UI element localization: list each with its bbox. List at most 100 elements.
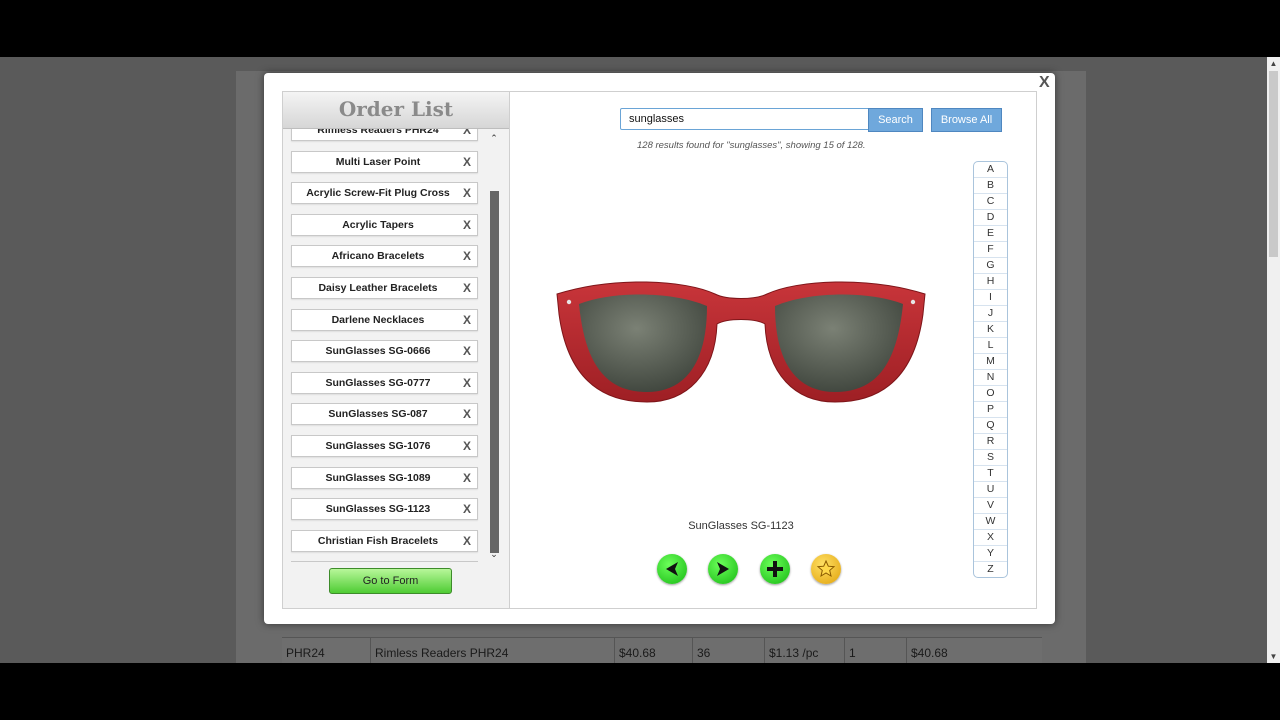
add-to-order-button[interactable]	[760, 554, 790, 584]
remove-item-button[interactable]: X	[463, 499, 471, 519]
alphabet-letter[interactable]: L	[974, 338, 1007, 354]
remove-item-button[interactable]: X	[463, 183, 471, 203]
arrow-right-icon	[717, 562, 729, 576]
remove-item-button[interactable]: X	[463, 310, 471, 330]
order-item-label: SunGlasses SG-0777	[325, 376, 431, 389]
scroll-up-icon[interactable]: ⌃	[488, 133, 500, 144]
order-list-viewport: Rimless Readers PHR24 X Multi Laser Point X…	[283, 129, 488, 562]
scroll-down-icon[interactable]: ▼	[1267, 650, 1280, 663]
scroll-up-icon[interactable]: ▲	[1267, 57, 1280, 70]
remove-item-button[interactable]: X	[463, 215, 471, 235]
star-icon	[816, 559, 836, 578]
alphabet-letter[interactable]: S	[974, 450, 1007, 466]
order-list-item: Sport Energy NecklacesX	[291, 561, 478, 562]
alphabet-letter[interactable]: Y	[974, 546, 1007, 562]
order-list-item: SunGlasses SG-0666 X	[291, 340, 478, 363]
remove-item-button[interactable]: X	[463, 278, 471, 298]
table-cell: 1	[844, 638, 906, 663]
alphabet-letter[interactable]: E	[974, 226, 1007, 242]
order-list: Rimless Readers PHR24 X Multi Laser Point X…	[291, 129, 478, 562]
order-list-item: Acrylic Tapers X	[291, 213, 478, 236]
remove-item-button[interactable]: X	[463, 152, 471, 172]
browse-all-button[interactable]: Browse All	[931, 108, 1002, 132]
table-cell: 36	[692, 638, 764, 663]
order-list-item: Acrylic Screw-Fit Plug Cross X	[291, 182, 478, 205]
alphabet-letter[interactable]: U	[974, 482, 1007, 498]
remove-item-button[interactable]: X	[463, 341, 471, 361]
go-to-form-button[interactable]: Go to Form	[329, 568, 452, 594]
remove-item-button[interactable]: X	[463, 468, 471, 488]
order-list-item: Rimless Readers PHR24 X	[291, 129, 478, 141]
alphabet-letter[interactable]: H	[974, 274, 1007, 290]
order-item-label: Acrylic Tapers	[342, 218, 414, 231]
results-summary: 128 results found for "sunglasses", show…	[637, 140, 866, 151]
plus-icon	[767, 561, 783, 577]
alphabet-letter[interactable]: M	[974, 354, 1007, 370]
page-scroll-thumb[interactable]	[1269, 71, 1278, 257]
order-item-label: SunGlasses SG-0666	[325, 345, 431, 358]
remove-item-button[interactable]: X	[463, 246, 471, 266]
arrow-left-icon	[666, 562, 678, 576]
table-cell: PHR24	[286, 646, 325, 660]
browser-viewport: PHR24 Rimless Readers PHR24 $40.68 36 $1…	[0, 57, 1280, 663]
alphabet-letter[interactable]: P	[974, 402, 1007, 418]
alphabet-letter[interactable]: J	[974, 306, 1007, 322]
alphabet-letter[interactable]: F	[974, 242, 1007, 258]
order-list-item: Daisy Leather Bracelets X	[291, 276, 478, 299]
favorite-button[interactable]	[811, 554, 841, 584]
alphabet-letter[interactable]: I	[974, 290, 1007, 306]
alphabet-letter[interactable]: W	[974, 514, 1007, 530]
order-list-item: Multi Laser Point X	[291, 150, 478, 173]
order-item-label: Acrylic Screw-Fit Plug Cross	[306, 187, 450, 200]
alphabet-letter[interactable]: Z	[974, 562, 1007, 577]
order-list-item: SunGlasses SG-1076 X	[291, 434, 478, 457]
alphabet-letter[interactable]: Q	[974, 418, 1007, 434]
alphabet-letter[interactable]: O	[974, 386, 1007, 402]
order-list-item: Darlene Necklaces X	[291, 308, 478, 331]
order-item-label: Africano Bracelets	[331, 250, 425, 263]
alphabet-letter[interactable]: T	[974, 466, 1007, 482]
remove-item-button[interactable]: X	[463, 373, 471, 393]
product-image-sunglasses	[556, 281, 926, 403]
alphabet-filter: ABCDEFGHIJKLMNOPQRSTUVWXYZ	[973, 161, 1008, 578]
modal-close-button[interactable]: X	[1039, 74, 1050, 92]
previous-button[interactable]	[657, 554, 687, 584]
alphabet-letter[interactable]: C	[974, 194, 1007, 210]
next-button[interactable]	[708, 554, 738, 584]
order-item-label: Darlene Necklaces	[331, 313, 425, 326]
order-item-label: SunGlasses SG-087	[328, 408, 428, 421]
alphabet-letter[interactable]: D	[974, 210, 1007, 226]
order-item-label: Multi Laser Point	[335, 155, 421, 168]
search-input[interactable]	[620, 108, 877, 130]
search-button[interactable]: Search	[868, 108, 923, 132]
order-list-item: SunGlasses SG-1089 X	[291, 466, 478, 489]
page-scrollbar[interactable]: ▲ ▼	[1267, 57, 1280, 663]
alphabet-letter[interactable]: A	[974, 162, 1007, 178]
order-list-title: Order List	[283, 92, 509, 129]
product-name: SunGlasses SG-1123	[688, 520, 794, 532]
order-list-scrollbar[interactable]: ⌃ ⌄	[488, 133, 500, 563]
remove-item-button[interactable]: X	[463, 436, 471, 456]
order-list-item: SunGlasses SG-1123 X	[291, 498, 478, 521]
alphabet-letter[interactable]: B	[974, 178, 1007, 194]
order-item-label: Rimless Readers PHR24	[317, 129, 439, 136]
order-item-label: Christian Fish Bracelets	[317, 534, 439, 547]
order-list-scroll-thumb[interactable]	[490, 191, 499, 553]
alphabet-letter[interactable]: X	[974, 530, 1007, 546]
alphabet-letter[interactable]: R	[974, 434, 1007, 450]
table-cell: Rimless Readers PHR24	[370, 638, 614, 663]
alphabet-letter[interactable]: N	[974, 370, 1007, 386]
alphabet-letter[interactable]: K	[974, 322, 1007, 338]
remove-item-button[interactable]: X	[463, 404, 471, 424]
order-item-label: SunGlasses SG-1076	[325, 439, 431, 452]
table-cell: $1.13 /pc	[764, 638, 844, 663]
order-list-item: Africano Bracelets X	[291, 245, 478, 268]
remove-item-button[interactable]: X	[463, 531, 471, 551]
order-list-panel: Order List Rimless Readers PHR24 X Multi L…	[283, 92, 510, 608]
scroll-down-icon[interactable]: ⌄	[488, 549, 500, 560]
order-list-item: SunGlasses SG-0777 X	[291, 371, 478, 394]
alphabet-letter[interactable]: V	[974, 498, 1007, 514]
remove-item-button[interactable]: X	[463, 129, 471, 140]
alphabet-letter[interactable]: G	[974, 258, 1007, 274]
modal-content: Order List Rimless Readers PHR24 X Multi L…	[282, 91, 1037, 609]
